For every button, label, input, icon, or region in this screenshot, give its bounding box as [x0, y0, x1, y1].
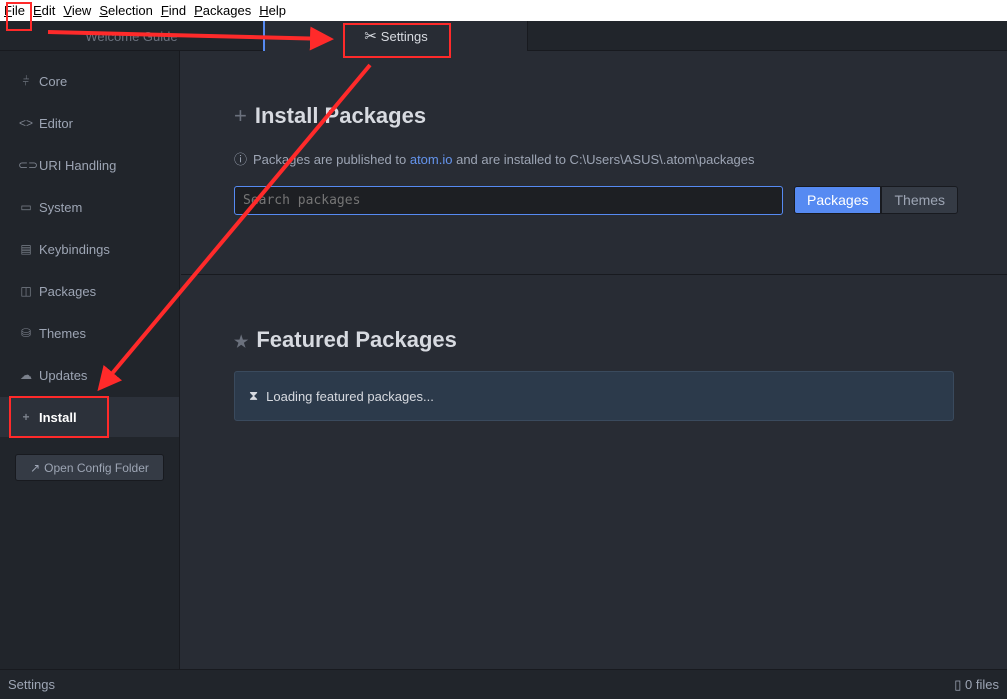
sidebar-item-label: URI Handling [39, 157, 117, 173]
sidebar-item-system[interactable]: ▭ System [0, 187, 179, 227]
sidebar-item-label: Editor [39, 115, 73, 131]
tab-label: Settings [380, 28, 428, 44]
sidebar-item-label: Install [39, 409, 77, 425]
status-bar: Settings ▯ 0 files [0, 669, 1007, 699]
menu-find[interactable]: Find [161, 3, 186, 18]
sidebar-item-label: System [39, 199, 83, 215]
sidebar-item-label: Core [39, 73, 68, 89]
sidebar-item-uri-handling[interactable]: ⊂⊃ URI Handling [0, 145, 179, 185]
plus-icon: + [22, 410, 30, 424]
themes-toggle-button[interactable]: Themes [881, 186, 959, 214]
sliders-icon: ⫩ [22, 73, 30, 88]
file-icon: ▯ [954, 676, 962, 692]
sidebar-item-themes[interactable]: ⛁ Themes [0, 313, 179, 353]
menu-bar: File Edit View Selection Find Packages H… [0, 0, 1007, 21]
install-packages-heading: + Install Packages [234, 103, 427, 128]
menu-view[interactable]: View [63, 3, 91, 18]
sidebar-item-label: Updates [39, 367, 88, 383]
paintcan-icon: ⛁ [20, 326, 32, 340]
open-config-folder-button[interactable]: ↗ Open Config Folder [15, 454, 164, 481]
sidebar-item-packages[interactable]: ◫ Packages [0, 271, 179, 311]
packages-toggle-button[interactable]: Packages [794, 186, 882, 214]
sidebar-item-label: Keybindings [39, 241, 110, 257]
sidebar-item-editor[interactable]: <> Editor [0, 103, 179, 143]
tools-icon: ✂ [364, 28, 377, 45]
settings-sidebar: ↗ Open Config Folder ⫩ Core <> Editor ⊂⊃ URI H… [0, 51, 180, 669]
package-icon: ◫ [20, 284, 32, 298]
loading-message: ⧗ Loading featured packages... [234, 371, 954, 421]
code-icon: <> [18, 116, 33, 130]
sidebar-item-keybindings[interactable]: ▤ Keybindings [0, 229, 179, 269]
file-count[interactable]: ▯ 0 files [954, 677, 999, 693]
menu-packages[interactable]: Packages [194, 3, 251, 18]
featured-packages-heading: ★ Featured Packages [234, 327, 457, 352]
monitor-icon: ▭ [20, 200, 32, 214]
tab-welcome-guide[interactable]: Welcome Guide [0, 21, 265, 51]
tab-settings[interactable]: ✂ Settings [265, 21, 528, 51]
hourglass-icon: ⧗ [249, 388, 259, 403]
button-label: Open Config Folder [44, 460, 149, 475]
link-icon: ⊂⊃ [18, 158, 39, 172]
sidebar-item-install[interactable]: + Install [0, 397, 179, 437]
star-icon: ★ [234, 334, 249, 351]
menu-file[interactable]: File [4, 3, 25, 18]
sidebar-item-core[interactable]: ⫩ Core [0, 61, 179, 101]
atom-io-link[interactable]: atom.io [410, 152, 453, 167]
keyboard-icon: ▤ [20, 242, 32, 256]
install-hint: ⓘ Packages are published to atom.io and a… [234, 152, 755, 167]
cloud-download-icon: ☁ [20, 368, 32, 382]
tab-label: Welcome Guide [85, 28, 178, 44]
install-panel: + Install Packages ⓘ Packages are publishe… [181, 51, 1007, 669]
search-packages-input[interactable] [234, 186, 783, 215]
menu-edit[interactable]: Edit [33, 3, 55, 18]
status-left: Settings [8, 677, 55, 692]
sidebar-item-label: Packages [39, 283, 97, 299]
menu-selection[interactable]: Selection [99, 3, 152, 18]
external-link-icon: ↗ [30, 460, 41, 475]
package-type-toggle: Packages Themes [794, 186, 959, 214]
menu-help[interactable]: Help [259, 3, 286, 18]
tab-bar: Welcome Guide ✂ Settings [0, 21, 1007, 51]
plus-icon: + [234, 103, 247, 128]
divider [181, 274, 1007, 275]
question-icon: ⓘ [234, 152, 248, 167]
sidebar-item-label: Themes [39, 325, 86, 341]
sidebar-item-updates[interactable]: ☁ Updates [0, 355, 179, 395]
